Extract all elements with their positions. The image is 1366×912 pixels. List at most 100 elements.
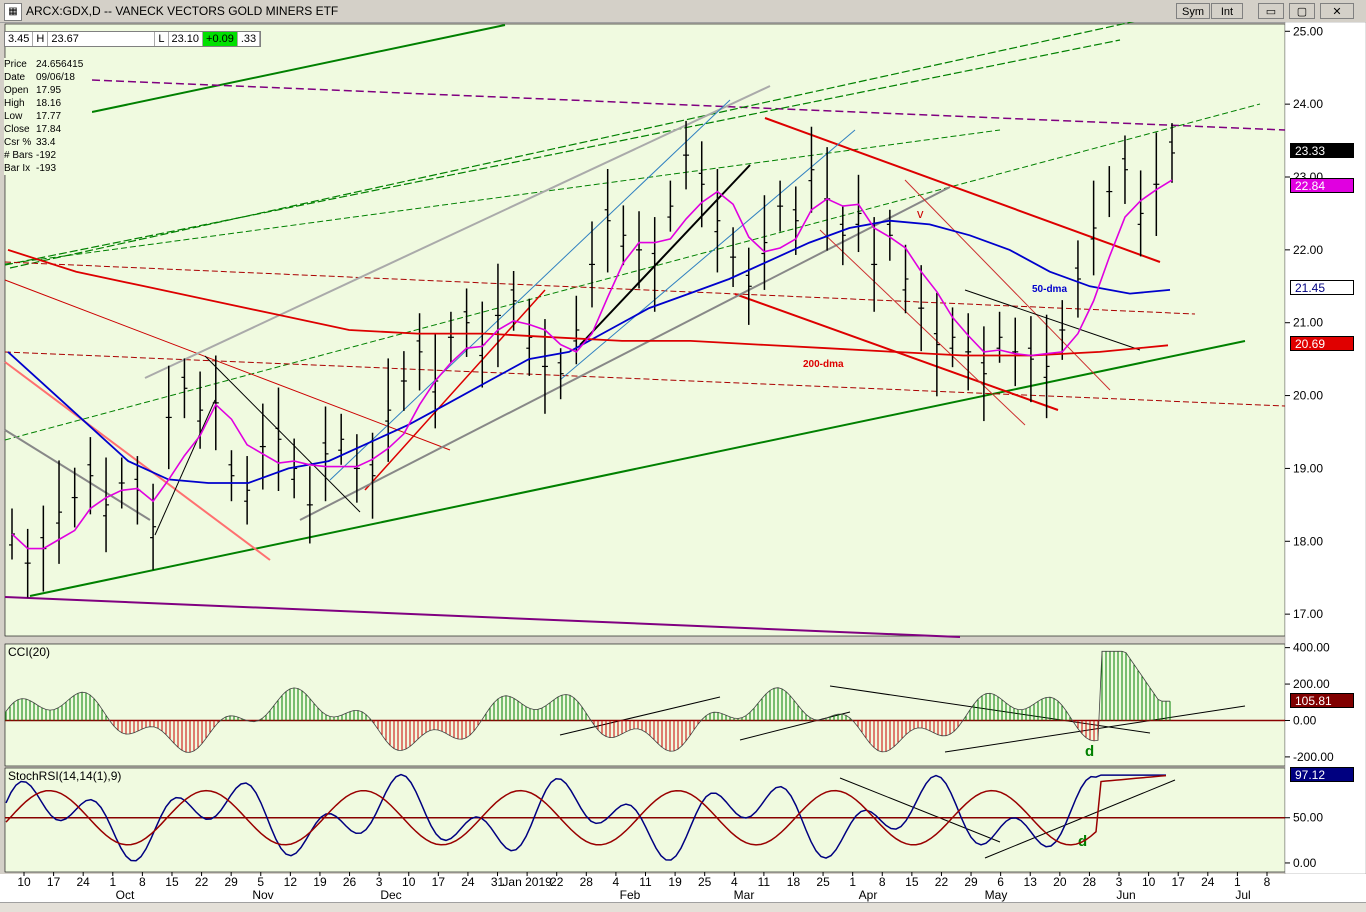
chart-area[interactable]: 50-dma200-dmavdd 25.0024.0023.0022.0021.… [0, 22, 1366, 902]
x-tick-label: 10 [1142, 875, 1156, 889]
x-tick-label: 11 [639, 875, 652, 889]
quote-last: .33 [238, 32, 261, 46]
info-key: Bar Ix [4, 163, 31, 174]
y-tick-label: 200.00 [1293, 677, 1330, 691]
x-tick-label: 4 [613, 875, 620, 889]
info-value: 33.4 [36, 137, 56, 148]
month-label: Oct [116, 888, 135, 902]
int-link-button[interactable]: Int [1211, 3, 1243, 19]
x-tick-label: 18 [787, 875, 801, 889]
month-label: Dec [380, 888, 401, 902]
x-tick-label: 24 [77, 875, 91, 889]
x-tick-label: 17 [432, 875, 446, 889]
stoch-title: StochRSI(14,14(1),9) [8, 769, 121, 783]
quote-low-label: L [155, 32, 169, 46]
quote-open: 3.45 [5, 32, 34, 46]
info-row: Low 17.77 [4, 110, 92, 123]
y-tick-label: 0.00 [1293, 713, 1317, 727]
x-tick-label: 25 [698, 875, 712, 889]
x-tick-label: 25 [816, 875, 830, 889]
y-tick-label: 19.00 [1293, 461, 1323, 475]
x-tick-label: 19 [313, 875, 327, 889]
quote-high-label: H [33, 32, 49, 46]
close-button[interactable]: ✕ [1320, 3, 1354, 19]
info-key: Price [4, 59, 27, 70]
month-label: Mar [734, 888, 755, 902]
y-tick-label: 25.00 [1293, 24, 1323, 38]
sym-link-button[interactable]: Sym [1176, 3, 1210, 19]
x-tick-label: 4 [731, 875, 738, 889]
info-row: High 18.16 [4, 97, 92, 110]
info-row: Date 09/06/18 [4, 71, 92, 84]
info-value: 17.84 [36, 124, 62, 135]
x-tick-label: 15 [165, 875, 179, 889]
cci-value-tag: 105.81 [1290, 693, 1354, 708]
x-tick-label: 19 [668, 875, 682, 889]
info-key: Open [4, 85, 29, 96]
info-key: Close [4, 124, 30, 135]
info-value: 09/06/18 [36, 72, 75, 83]
panel-bg [4, 23, 1286, 637]
stoch-ma-price-tag: 22.84 [1290, 178, 1354, 193]
y-tick-label: 21.00 [1293, 316, 1323, 330]
x-tick-label: 10 [402, 875, 416, 889]
x-tick-label: 1 [849, 875, 856, 889]
month-label: Jun [1116, 888, 1135, 902]
x-tick-label: 6 [997, 875, 1004, 889]
info-key: Csr % [4, 137, 32, 148]
restore-button[interactable]: ▢ [1289, 3, 1315, 19]
window-titlebar: ▦ ARCX:GDX,D -- VANECK VECTORS GOLD MINE… [0, 0, 1366, 23]
month-label: Apr [859, 888, 878, 902]
info-value: -193 [36, 163, 57, 174]
info-value: 17.95 [36, 85, 62, 96]
quote-high: 23.67 [48, 32, 156, 46]
x-tick-label: 26 [343, 875, 357, 889]
y-tick-label: 20.00 [1293, 389, 1323, 403]
x-tick-label: 3 [1116, 875, 1123, 889]
month-label: Feb [620, 888, 641, 902]
x-tick-label: 8 [139, 875, 146, 889]
y-tick-label: 18.00 [1293, 534, 1323, 548]
info-value: 17.77 [36, 111, 62, 122]
chart-icon[interactable]: ▦ [4, 3, 22, 21]
y-tick-label: 0.00 [1293, 856, 1317, 870]
x-tick-label: 17 [1172, 875, 1186, 889]
info-key: High [4, 98, 25, 109]
info-row: Open 17.95 [4, 84, 92, 97]
info-row: Close 17.84 [4, 123, 92, 136]
x-tick-label: 10 [17, 875, 31, 889]
x-tick-label: 22 [935, 875, 949, 889]
window-title: ARCX:GDX,D -- VANECK VECTORS GOLD MINERS… [26, 4, 339, 18]
x-tick-label: 5 [257, 875, 264, 889]
x-tick-label: 8 [1264, 875, 1271, 889]
y-tick-label: 24.00 [1293, 97, 1323, 111]
x-tick-label: 22 [195, 875, 209, 889]
last-price-tag: 23.33 [1290, 143, 1354, 158]
dma50-price-tag: 21.45 [1290, 280, 1354, 295]
stoch-value-tag: 97.12 [1290, 767, 1354, 782]
cursor-info-box: Price 24.656415 Date 09/06/18 Open 17.95 High 1… [4, 58, 92, 175]
y-tick-label: 17.00 [1293, 607, 1323, 621]
x-tick-label: 8 [879, 875, 886, 889]
info-key: Date [4, 72, 26, 83]
dma200-annotation: 200-dma [803, 359, 844, 370]
x-tick-label: 1 [109, 875, 116, 889]
x-tick-label: 29 [964, 875, 978, 889]
x-tick-label: 28 [580, 875, 594, 889]
x-tick-label: 17 [47, 875, 61, 889]
x-tick-label: 22 [550, 875, 564, 889]
x-tick-label: 15 [905, 875, 919, 889]
info-row: # Bars -192 [4, 149, 92, 162]
month-label: Nov [252, 888, 273, 902]
minimize-button[interactable]: ▭ [1258, 3, 1284, 19]
x-tick-label: 28 [1083, 875, 1097, 889]
info-row: Csr % 33.4 [4, 136, 92, 149]
y-tick-label: -200.00 [1293, 750, 1334, 764]
month-label: May [985, 888, 1008, 902]
x-tick-label: 12 [284, 875, 298, 889]
x-tick-label: 24 [461, 875, 475, 889]
y-tick-label: 400.00 [1293, 641, 1330, 655]
y-tick-label: 50.00 [1293, 811, 1323, 825]
quote-change: +0.09 [203, 32, 238, 46]
dma200-price-tag: 20.69 [1290, 336, 1354, 351]
